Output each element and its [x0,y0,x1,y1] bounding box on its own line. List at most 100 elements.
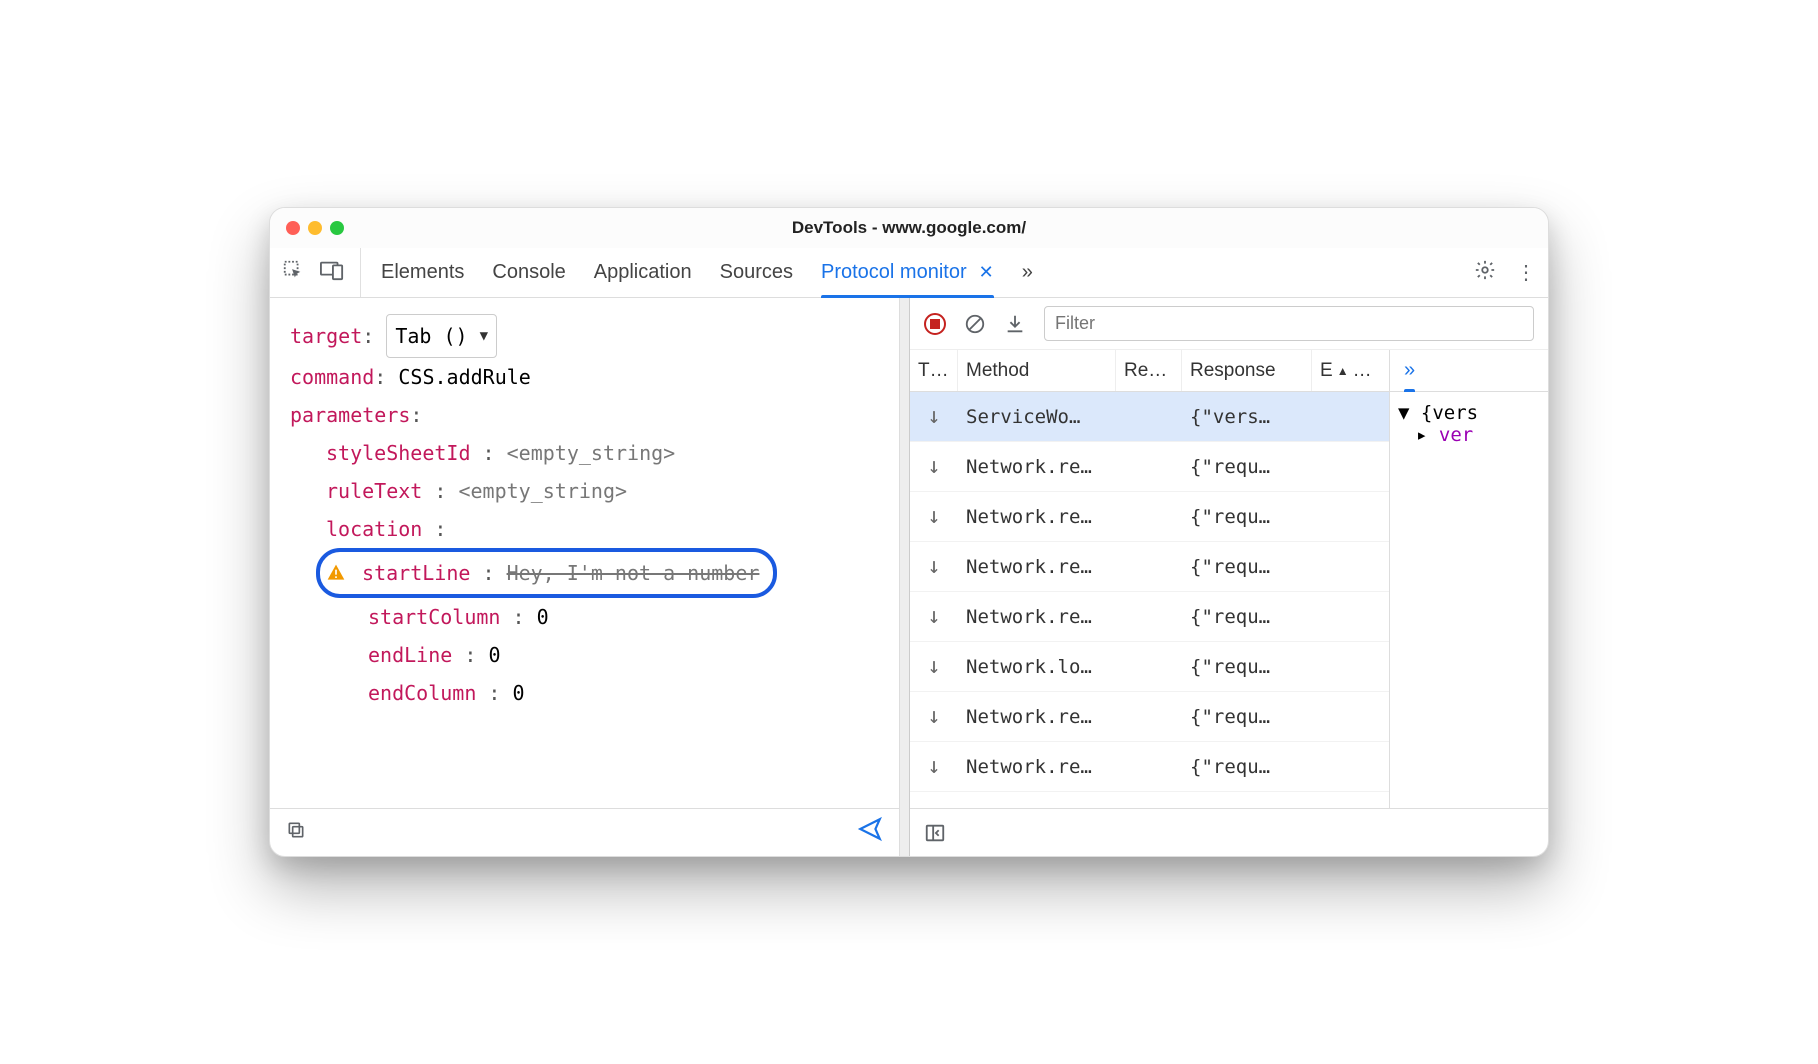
main-content: target: Tab () ▼ command: CSS.addRule pa… [270,298,1548,856]
warning-icon [326,557,346,577]
table-row[interactable]: ↓ Network.re… {"requ… [910,692,1389,742]
target-select[interactable]: Tab () ▼ [386,314,497,358]
response-cell: {"requ… [1182,706,1312,728]
arrow-down-icon: ↓ [918,404,950,429]
maximize-window-button[interactable] [330,221,344,235]
command-value[interactable]: CSS.addRule [398,365,530,389]
close-tab-icon[interactable]: ✕ [979,262,994,283]
parameters-label: parameters [290,403,410,427]
command-editor-pane: target: Tab () ▼ command: CSS.addRule pa… [270,298,900,856]
pane-resizer[interactable] [900,298,910,856]
table-row[interactable]: ↓ServiceWo…{"vers… [910,392,1389,442]
detail-tabs: » [1390,350,1548,392]
table-row[interactable]: ↓ Network.re… {"requ… [910,592,1389,642]
param-ruletext[interactable]: ruleText : <empty_string> [290,472,879,510]
col-request[interactable]: Re… [1116,350,1182,391]
arrow-down-icon: ↓ [918,504,950,529]
method-cell: Network.re… [958,556,1116,578]
tabbar-right: ⋮ [1462,248,1536,297]
clear-log-icon[interactable] [964,313,986,335]
detail-pane: » ▼ {vers ▸ ver [1390,350,1548,808]
settings-icon[interactable] [1474,259,1496,287]
tabs-overflow-button[interactable]: » [1022,248,1033,297]
device-toolbar-icon[interactable] [320,259,344,286]
response-cell: {"requ… [1182,656,1312,678]
tab-elements[interactable]: Elements [381,248,464,297]
type-cell: ↓ [910,454,958,479]
command-row: command: CSS.addRule [290,358,879,396]
table-body: ↓ServiceWo…{"vers…↓Network.re…{"requ…↓Ne… [910,392,1389,808]
arrow-down-icon: ↓ [918,604,950,629]
param-location: location : [290,510,879,548]
window-title: DevTools - www.google.com/ [792,218,1026,238]
close-window-button[interactable] [286,221,300,235]
arrow-down-icon: ↓ [918,554,950,579]
param-endline[interactable]: endLine : 0 [290,636,879,674]
arrow-down-icon: ↓ [918,754,950,779]
param-stylesheetid[interactable]: styleSheetId : <empty_string> [290,434,879,472]
table-row[interactable]: ↓Network.re…{"requ… [910,742,1389,792]
traffic-lights [286,221,344,235]
table-header: T… Method Re… Response E▲… [910,350,1389,392]
log-table: T… Method Re… Response E▲… ↓ ServiceWo… {"… [910,350,1390,808]
method-cell: Network.re… [958,606,1116,628]
log-footer [910,808,1548,856]
table-row[interactable]: ↓Network.re…{"requ… [910,442,1389,492]
param-startline-row[interactable]: startLine : Hey, I'm not a number [290,548,879,598]
validation-highlight: startLine : Hey, I'm not a number [316,548,777,598]
table-row[interactable]: ↓ Network.lo… {"requ… [910,642,1389,692]
record-button[interactable] [924,313,946,335]
send-command-icon[interactable] [857,816,883,849]
param-endcolumn[interactable]: endColumn : 0 [290,674,879,712]
method-cell: Network.lo… [958,656,1116,678]
col-method[interactable]: Method [958,350,1116,391]
arrow-down-icon: ↓ [918,704,950,729]
response-cell: {"requ… [1182,456,1312,478]
col-response[interactable]: Response [1182,350,1312,391]
chevron-down-icon: ▼ [480,323,488,350]
target-row: target: Tab () ▼ [290,314,879,358]
method-cell: Network.re… [958,706,1116,728]
target-label: target [290,324,362,348]
detail-tree: ▼ {vers ▸ ver [1390,392,1548,808]
tab-console[interactable]: Console [492,248,565,297]
col-type[interactable]: T… [910,350,958,391]
detail-overflow-tab[interactable]: » [1404,359,1415,382]
response-cell: {"requ… [1182,506,1312,528]
table-row[interactable]: ↓Network.re…{"requ… [910,542,1389,592]
tab-sources[interactable]: Sources [720,248,793,297]
tree-child[interactable]: ▸ ver [1398,424,1540,446]
more-menu-icon[interactable]: ⋮ [1516,260,1536,285]
panel-tabs: Elements Console Application Sources Pro… [361,248,1462,297]
tab-protocol-monitor-label: Protocol monitor [821,261,967,284]
filter-input[interactable] [1044,306,1534,341]
type-cell: ↓ [910,604,958,629]
tabbar-left-tools [282,248,361,297]
minimize-window-button[interactable] [308,221,322,235]
type-cell: ↓ [910,654,958,679]
inspect-element-icon[interactable] [282,259,304,286]
copy-icon[interactable] [286,820,306,846]
json-editor: target: Tab () ▼ command: CSS.addRule pa… [270,298,899,808]
arrow-down-icon: ↓ [918,654,950,679]
method-cell: ServiceWo… [958,406,1116,428]
invalid-value: Hey, I'm not a number [507,561,760,585]
col-elapsed[interactable]: E▲… [1312,350,1372,391]
method-cell: Network.re… [958,506,1116,528]
type-cell: ↓ [910,404,958,429]
sort-asc-icon: ▲ [1337,364,1349,378]
tab-protocol-monitor[interactable]: Protocol monitor ✕ [821,248,994,297]
tree-root[interactable]: ▼ {vers [1398,402,1540,424]
toggle-sidebar-icon[interactable] [924,822,946,844]
log-toolbar [910,298,1548,350]
download-icon[interactable] [1004,313,1026,335]
main-tabbar: Elements Console Application Sources Pro… [270,248,1548,298]
titlebar: DevTools - www.google.com/ [270,208,1548,248]
param-startcolumn[interactable]: startColumn : 0 [290,598,879,636]
editor-footer [270,808,899,856]
arrow-down-icon: ↓ [918,454,950,479]
table-row[interactable]: ↓ Network.re… {"requ… [910,492,1389,542]
tab-application[interactable]: Application [594,248,692,297]
type-cell: ↓ [910,504,958,529]
response-cell: {"requ… [1182,606,1312,628]
